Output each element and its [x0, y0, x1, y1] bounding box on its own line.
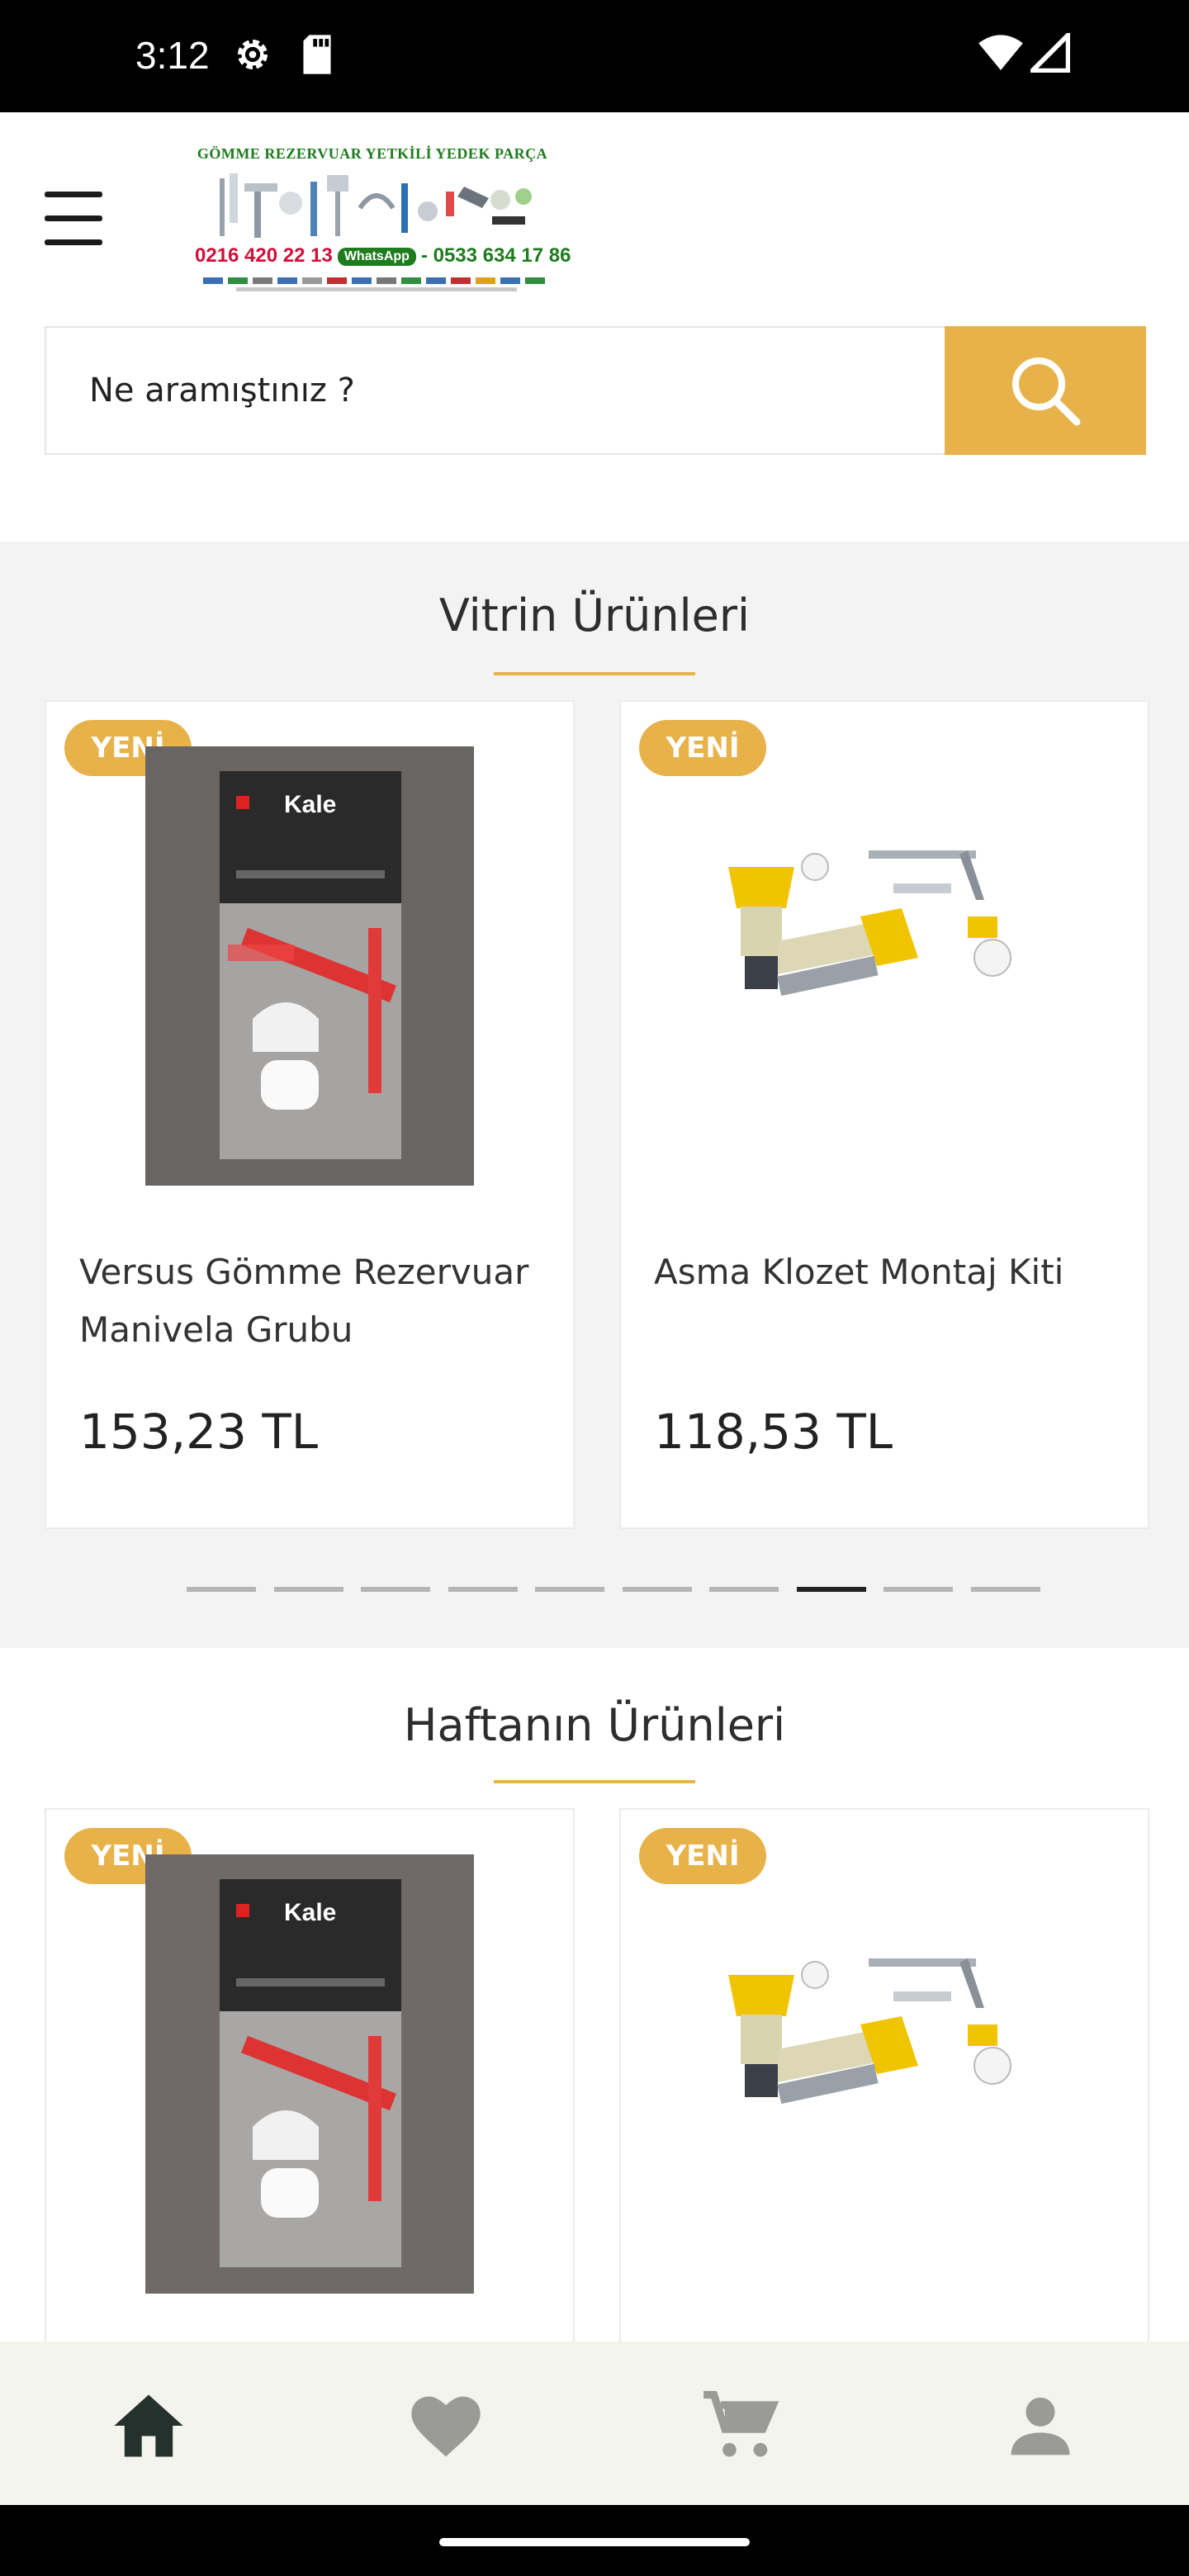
nav-home[interactable]	[107, 2384, 190, 2467]
bottom-navigation	[0, 2342, 1189, 2505]
search-input[interactable]	[45, 326, 946, 455]
search-button[interactable]	[945, 326, 1146, 455]
product-name[interactable]: Asma Klozet Montaj Kiti	[654, 1243, 1133, 1301]
logo-phone-line: 0216 420 22 13 WhatsApp - 0533 634 17 86	[195, 244, 571, 268]
nav-cart[interactable]	[700, 2384, 783, 2467]
product-name[interactable]: Versus Gömme Rezervuar Manivela Grubu	[79, 1243, 558, 1359]
search-icon	[1012, 358, 1081, 426]
logo-mobile: - 0533 634 17 86	[420, 244, 571, 267]
whatsapp-badge: WhatsApp	[337, 247, 416, 266]
showcase-title: Vitrin Ürünleri	[438, 590, 751, 642]
settings-gear-icon	[238, 40, 268, 69]
carousel-dot[interactable]	[448, 1587, 518, 1592]
home-gesture-pill[interactable]	[439, 2538, 750, 2546]
logo-title: GÖMME REZERVUAR YETKİLİ YEDEK PARÇA	[197, 145, 548, 162]
status-bar: 3:12	[0, 0, 1189, 112]
hamburger-menu-icon[interactable]	[45, 192, 102, 246]
carousel-dot[interactable]	[970, 1587, 1040, 1592]
weekly-section: Haftanın Ürünleri YENİ Kale YENİ	[0, 1648, 1189, 2342]
carousel-dot[interactable]	[273, 1587, 343, 1592]
carousel-dot[interactable]	[709, 1587, 779, 1592]
wifi-icon	[978, 35, 1023, 70]
product-card[interactable]: YENİ Kale	[45, 1808, 575, 2342]
svg-text:Kale: Kale	[284, 1899, 336, 1926]
title-underline	[494, 672, 695, 675]
weekly-title: Haftanın Ürünleri	[403, 1699, 786, 1751]
carousel-dot[interactable]	[883, 1587, 953, 1592]
product-image-mounting-kit	[728, 850, 1011, 997]
signal-icon	[1030, 33, 1070, 73]
site-logo[interactable]: GÖMME REZERVUAR YETKİLİ YEDEK PARÇA 0216…	[170, 142, 575, 297]
showcase-section: Vitrin Ürünleri YENİ Kale Versus Gömme R…	[0, 542, 1189, 1648]
account-icon	[1011, 2397, 1070, 2455]
product-card[interactable]: YENİ	[619, 1808, 1149, 2342]
spare-parts-illustration	[220, 173, 532, 238]
carousel-dot[interactable]	[622, 1587, 692, 1592]
product-card[interactable]: YENİ Kale Versus Gömme Rezervuar Manivel…	[45, 700, 575, 1529]
carousel-dot[interactable]	[187, 1587, 256, 1592]
new-badge: YENİ	[639, 720, 766, 776]
new-badge: YENİ	[639, 1828, 766, 1884]
title-underline	[494, 1780, 695, 1783]
brand-logos-strip	[203, 277, 545, 291]
product-price: 118,53 TL	[654, 1404, 893, 1460]
nav-favorites[interactable]	[405, 2384, 487, 2467]
nav-account[interactable]	[999, 2384, 1082, 2467]
cart-icon	[703, 2390, 779, 2457]
logo-phone: 0216 420 22 13	[195, 244, 333, 267]
carousel-dot[interactable]	[796, 1587, 866, 1592]
product-card[interactable]: YENİ Asma Klozet Montaj Kiti 118,53 TL	[619, 700, 1149, 1529]
product-image-lever-pack: Kale	[145, 746, 474, 1186]
carousel-dot[interactable]	[535, 1587, 604, 1592]
product-price: 153,23 TL	[79, 1404, 319, 1460]
status-time: 3:12	[135, 34, 210, 77]
carousel-pagination	[187, 1587, 1040, 1593]
product-image-mounting-kit	[728, 1958, 1011, 2105]
svg-text:Kale: Kale	[284, 791, 336, 818]
home-icon	[114, 2394, 183, 2457]
product-image-lever-pack: Kale	[145, 1854, 474, 2294]
search-bar	[45, 326, 1146, 455]
sd-card-icon	[303, 35, 331, 74]
favorites-heart-icon	[411, 2396, 481, 2457]
carousel-dot[interactable]	[361, 1587, 430, 1592]
system-navigation-bar	[0, 2505, 1189, 2576]
